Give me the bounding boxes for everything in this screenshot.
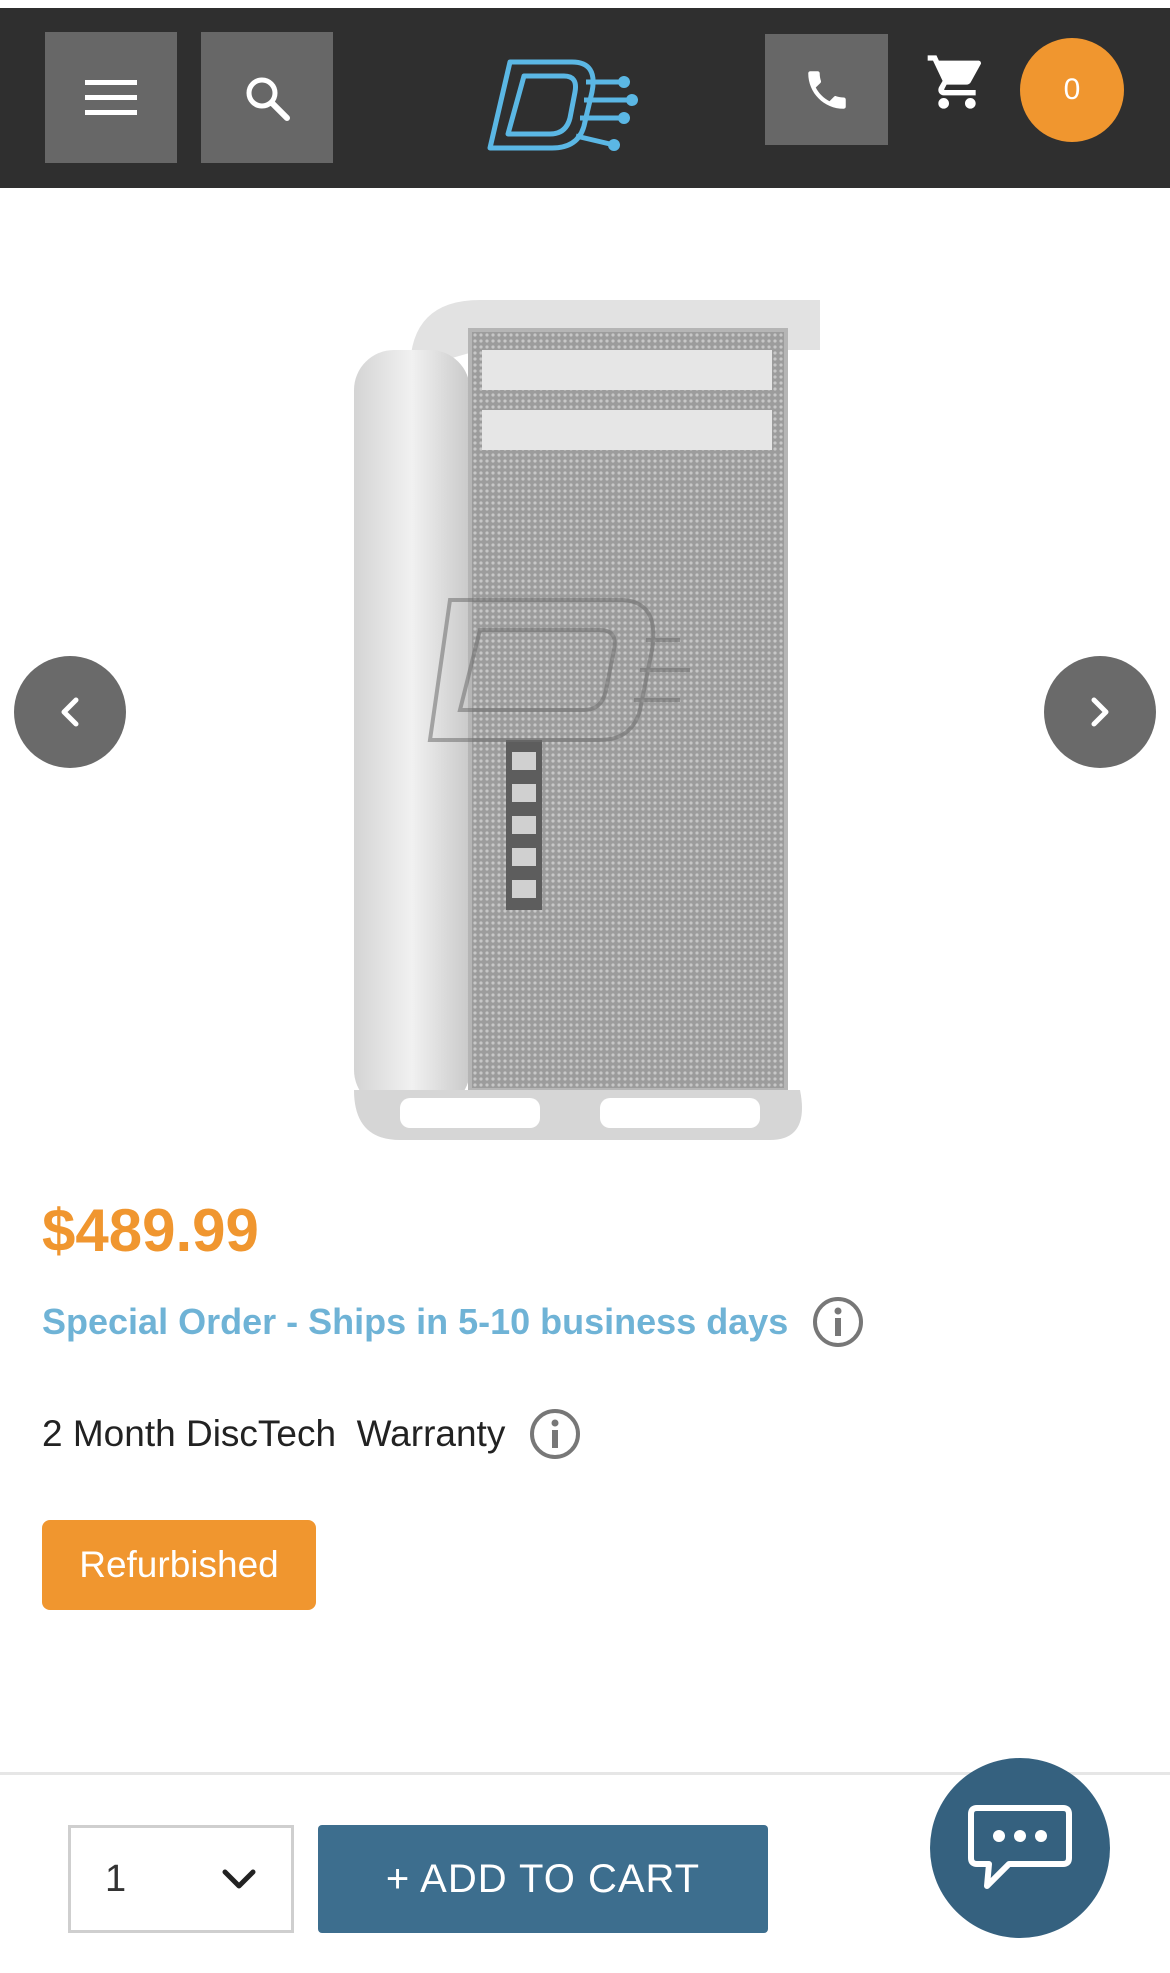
- product-price: $489.99: [42, 1197, 259, 1264]
- info-icon[interactable]: [529, 1408, 581, 1460]
- condition-badge: Refurbished: [42, 1520, 316, 1610]
- next-image-button[interactable]: [1044, 656, 1156, 768]
- availability-row: Special Order - Ships in 5-10 business d…: [42, 1296, 864, 1348]
- menu-button[interactable]: [45, 32, 177, 163]
- disctech-logo[interactable]: [480, 48, 640, 160]
- quantity-select[interactable]: 1: [68, 1825, 294, 1933]
- shopping-cart-icon[interactable]: [925, 50, 989, 114]
- status-strip: [0, 0, 1170, 8]
- chevron-right-icon: [1091, 697, 1109, 727]
- phone-icon: [807, 70, 846, 109]
- call-button[interactable]: [765, 34, 888, 145]
- chevron-down-icon: [222, 1869, 256, 1889]
- info-icon[interactable]: [812, 1296, 864, 1348]
- mac-pro-tower-image: [354, 300, 820, 1140]
- search-icon: [246, 77, 290, 121]
- add-to-cart-button[interactable]: + ADD TO CART: [318, 1825, 768, 1933]
- cart-count-badge[interactable]: 0: [1020, 38, 1124, 142]
- availability-text: Special Order - Ships in 5-10 business d…: [42, 1301, 789, 1342]
- warranty-row: 2 Month DiscTech Warranty: [42, 1408, 581, 1460]
- top-navigation-bar: 0: [0, 0, 1170, 188]
- search-button[interactable]: [201, 32, 333, 163]
- hamburger-menu-icon: [85, 79, 137, 115]
- chevron-left-icon: [61, 697, 79, 727]
- chat-button[interactable]: [930, 1758, 1110, 1938]
- previous-image-button[interactable]: [14, 656, 126, 768]
- warranty-text: 2 Month DiscTech Warranty: [42, 1413, 506, 1454]
- chat-bubble-icon: [968, 1805, 1072, 1889]
- quantity-value: 1: [105, 1857, 127, 1900]
